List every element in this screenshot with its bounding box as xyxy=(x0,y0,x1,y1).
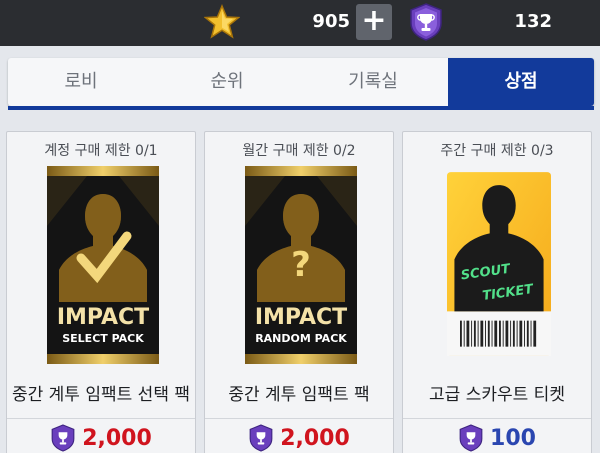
product-name: 고급 스카우트 티켓 xyxy=(429,385,565,405)
tab-shop[interactable]: 상점 xyxy=(448,58,594,106)
price-row[interactable]: 2,000 xyxy=(205,424,393,453)
art-subtitle: RANDOM PACK xyxy=(255,332,347,345)
product-card-random-pack[interactable]: 월간 구매 제한 0/2 ? IMPACT RANDOM PACK 중간 계투 … xyxy=(204,131,394,453)
scout-ticket-art: SCOUT TICKET xyxy=(447,172,551,356)
main-tabs: 로비 순위 기록실 상점 xyxy=(8,58,594,106)
trophy-icon xyxy=(249,424,273,452)
tab-lobby[interactable]: 로비 xyxy=(8,58,154,106)
star-icon xyxy=(204,4,240,39)
product-card-select-pack[interactable]: 계정 구매 제한 0/1 IMPACT SELECT PACK 중간 계투 임팩… xyxy=(6,131,196,453)
tab-records[interactable]: 기록실 xyxy=(300,58,446,106)
impact-select-pack-art: IMPACT SELECT PACK xyxy=(47,166,159,364)
price-row[interactable]: 2,000 xyxy=(7,424,195,453)
trophy-amount: 132 xyxy=(514,11,552,32)
tab-ranking[interactable]: 순위 xyxy=(154,58,300,106)
purchase-limit: 주간 구매 제한 0/3 xyxy=(440,143,554,159)
purchase-limit: 월간 구매 제한 0/2 xyxy=(242,143,356,159)
art-subtitle: SELECT PACK xyxy=(62,332,144,345)
product-name: 중간 계투 임팩트 선택 팩 xyxy=(11,385,190,405)
art-title: IMPACT xyxy=(57,305,149,330)
price: 100 xyxy=(490,425,536,451)
price-row[interactable]: 100 xyxy=(403,424,591,453)
purchase-limit: 계정 구매 제한 0/1 xyxy=(44,143,158,159)
gold-amount: 905 xyxy=(312,11,350,32)
divider xyxy=(7,418,195,419)
add-gold-button[interactable]: + xyxy=(356,4,392,40)
impact-random-pack-art: ? IMPACT RANDOM PACK xyxy=(245,166,357,364)
tab-underline xyxy=(8,106,594,110)
currency-bar: 905 + 132 xyxy=(0,0,600,46)
price: 2,000 xyxy=(280,425,350,451)
trophy-icon xyxy=(459,424,483,452)
trophy-icon xyxy=(410,3,442,41)
price: 2,000 xyxy=(82,425,152,451)
product-card-scout-ticket[interactable]: 주간 구매 제한 0/3 SCOUT TICKET 고급 스카우트 티켓 100 xyxy=(402,131,592,453)
divider xyxy=(403,418,591,419)
trophy-icon xyxy=(51,424,75,452)
product-name: 중간 계투 임팩트 팩 xyxy=(228,385,370,405)
art-title: IMPACT xyxy=(255,305,347,330)
divider xyxy=(205,418,393,419)
svg-text:?: ? xyxy=(291,245,311,285)
